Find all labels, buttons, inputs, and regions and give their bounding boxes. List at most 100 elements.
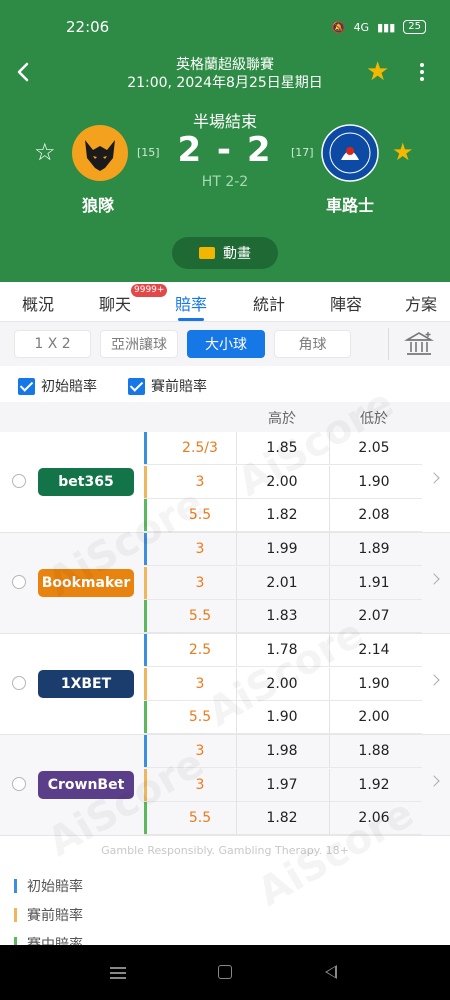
- back-triangle-icon[interactable]: [325, 965, 337, 979]
- odds-row[interactable]: 5.5 1.82 2.08: [144, 499, 422, 532]
- odds-row[interactable]: 3 2.00 1.90: [144, 465, 422, 499]
- odds-row[interactable]: 3 2.00 1.90: [144, 667, 422, 701]
- over-odds: 1.78: [266, 642, 298, 658]
- odds-row[interactable]: 2.5 1.78 2.14: [144, 634, 422, 667]
- column-divider: [236, 566, 237, 599]
- column-divider: [236, 701, 237, 733]
- filter-over-under[interactable]: 大小球: [187, 330, 265, 358]
- column-divider: [329, 432, 330, 464]
- animation-button[interactable]: 動畫: [172, 237, 278, 269]
- filter-asian-handicap[interactable]: 亞洲讓球: [100, 330, 178, 358]
- under-odds: 2.08: [358, 507, 390, 523]
- opening-odds-checkbox[interactable]: 初始賠率: [18, 376, 97, 396]
- filter-corners[interactable]: 角球: [274, 330, 351, 358]
- more-menu-icon[interactable]: [416, 60, 428, 86]
- odds-row[interactable]: 3 2.01 1.91: [144, 566, 422, 600]
- odds-row[interactable]: 3 1.97 1.92: [144, 768, 422, 802]
- responsible-gambling-note: Gamble Responsibly. Gambling Therapy. 18…: [101, 844, 349, 857]
- bookmaker-radio[interactable]: [12, 575, 26, 589]
- bookmaker-block[interactable]: CrownBet 3 1.98 1.88 3 1.97 1.92 5.5 1.82 2.06: [0, 735, 450, 836]
- column-divider: [329, 768, 330, 801]
- bookmaker-logo[interactable]: bet365: [38, 468, 134, 496]
- tab-bar: 概況 聊天 9999+ 賠率 統計 陣容 方案: [0, 282, 450, 322]
- odds-row[interactable]: 3 1.98 1.88: [144, 735, 422, 768]
- chat-badge: 9999+: [131, 284, 168, 297]
- over-odds: 1.98: [266, 743, 298, 759]
- bookmaker-block[interactable]: Bookmaker 3 1.99 1.89 3 2.01 1.91 5.5 1.83 2.07: [0, 533, 450, 634]
- tab-tips[interactable]: 方案: [405, 291, 437, 315]
- column-divider: [329, 802, 330, 834]
- status-icons: 🔕 4G ▮▮▮ 25: [332, 20, 426, 34]
- chevron-right-icon[interactable]: [428, 775, 440, 787]
- tab-chat[interactable]: 聊天: [99, 291, 131, 315]
- bookmaker-radio[interactable]: [12, 777, 26, 791]
- odds-type-indicator: [144, 600, 147, 632]
- over-odds: 2.01: [266, 574, 298, 591]
- handicap-line: 5.5: [188, 810, 212, 826]
- handicap-line: 3: [195, 541, 205, 557]
- odds-row[interactable]: 2.5/3 1.85 2.05: [144, 432, 422, 465]
- wolves-logo-icon[interactable]: [71, 124, 129, 182]
- away-team-name[interactable]: 車路士: [326, 192, 374, 216]
- column-divider: [329, 533, 330, 565]
- column-divider: [329, 634, 330, 666]
- chevron-right-icon[interactable]: [428, 573, 440, 585]
- animation-icon: [199, 247, 215, 259]
- bookmaker-block[interactable]: bet365 2.5/3 1.85 2.05 3 2.00 1.90 5.5 1.82 2.08: [0, 432, 450, 533]
- odds-type-filter: 1 X 2 亞洲讓球 大小球 角球: [0, 322, 450, 366]
- prematch-odds-checkbox[interactable]: 賽前賠率: [128, 376, 207, 396]
- odds-table-header: 高於 低於: [0, 402, 450, 432]
- home-icon[interactable]: [218, 965, 232, 979]
- prematch-odds-label: 賽前賠率: [151, 379, 207, 395]
- bookmaker-logo[interactable]: 1XBET: [38, 670, 134, 698]
- odds-row[interactable]: 5.5 1.83 2.07: [144, 600, 422, 633]
- bookmaker-logo[interactable]: CrownBet: [38, 771, 134, 799]
- column-divider: [329, 735, 330, 767]
- under-odds: 1.90: [358, 675, 390, 692]
- match-status: 半場結束: [192, 112, 257, 131]
- over-odds: 1.99: [266, 541, 298, 557]
- handicap-line: 5.5: [188, 709, 212, 725]
- odds-type-indicator: [144, 465, 147, 498]
- column-divider: [236, 600, 237, 632]
- handicap-line: 3: [195, 675, 205, 692]
- home-team-name[interactable]: 狼隊: [82, 192, 114, 216]
- recent-apps-icon[interactable]: [110, 967, 126, 979]
- bank-icon[interactable]: [404, 330, 434, 358]
- odds-type-indicator: [144, 566, 147, 599]
- favorite-star-icon[interactable]: ★: [366, 59, 389, 85]
- bookmaker-block[interactable]: 1XBET 2.5 1.78 2.14 3 2.00 1.90 5.5 1.90 2.00: [0, 634, 450, 735]
- under-odds: 1.90: [358, 473, 390, 490]
- odds-row[interactable]: 3 1.99 1.89: [144, 533, 422, 566]
- under-odds: 2.06: [358, 810, 390, 826]
- filter-1x2[interactable]: 1 X 2: [14, 330, 91, 358]
- tab-lineups[interactable]: 陣容: [330, 291, 362, 315]
- signal-icon: ▮▮▮: [377, 20, 396, 34]
- under-odds: 1.88: [358, 743, 390, 759]
- bookmaker-radio[interactable]: [12, 474, 26, 488]
- bookmaker-logo[interactable]: Bookmaker: [38, 569, 134, 597]
- halftime-score: HT 2-2: [201, 174, 249, 190]
- chevron-right-icon[interactable]: [428, 472, 440, 484]
- follow-home-star-icon[interactable]: ☆: [34, 140, 56, 164]
- over-odds: 1.82: [266, 810, 298, 826]
- status-bar: 22:06 🔕 4G ▮▮▮ 25: [0, 18, 450, 40]
- tab-overview[interactable]: 概況: [22, 291, 54, 315]
- mute-icon: 🔕: [331, 20, 346, 34]
- bookmaker-radio[interactable]: [12, 676, 26, 690]
- column-divider: [236, 735, 237, 767]
- handicap-line: 2.5/3: [182, 440, 218, 456]
- handicap-line: 3: [195, 574, 205, 591]
- over-odds: 1.97: [266, 776, 298, 793]
- chelsea-logo-icon[interactable]: [321, 124, 379, 182]
- column-divider: [236, 432, 237, 464]
- tab-stats[interactable]: 統計: [253, 291, 285, 315]
- follow-away-star-icon[interactable]: ★: [392, 140, 414, 164]
- under-odds: 1.91: [358, 574, 390, 591]
- odds-row[interactable]: 5.5 1.90 2.00: [144, 701, 422, 734]
- tab-odds[interactable]: 賠率: [175, 291, 207, 315]
- system-navigation-bar: [0, 945, 450, 1000]
- handicap-line: 5.5: [188, 507, 212, 523]
- chevron-right-icon[interactable]: [428, 674, 440, 686]
- odds-row[interactable]: 5.5 1.82 2.06: [144, 802, 422, 835]
